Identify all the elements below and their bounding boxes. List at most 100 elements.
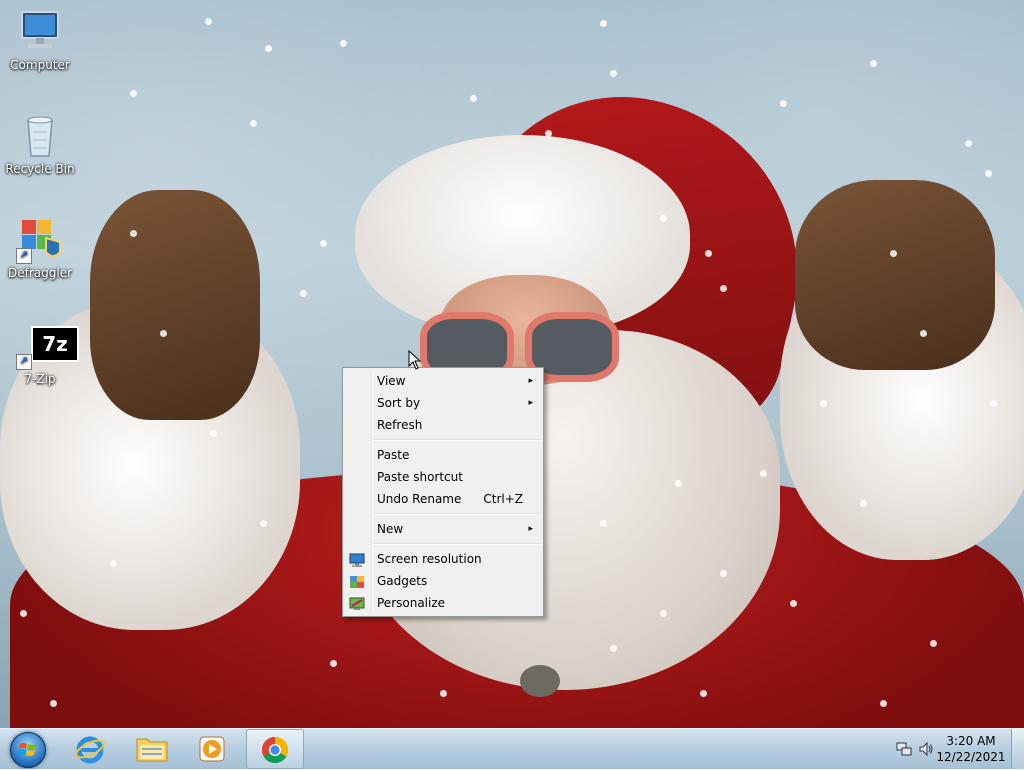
shortcut-arrow-icon: ↗: [16, 354, 32, 370]
7zip-icon: 7z ↗: [16, 322, 79, 370]
menu-shortcut-text: Ctrl+Z: [483, 492, 523, 506]
defraggler-icon: ↗: [16, 216, 64, 264]
snowflake: [610, 645, 617, 652]
menu-item-new[interactable]: New ▸: [343, 518, 543, 540]
shortcut-arrow-icon: ↗: [16, 248, 32, 264]
snowflake: [160, 330, 167, 337]
snowflake: [675, 480, 682, 487]
snowflake: [265, 45, 272, 52]
desktop-icon-defraggler[interactable]: ↗ Defraggler: [0, 216, 80, 280]
wallpaper-left-glove: [90, 190, 260, 420]
menu-item-screen-resolution[interactable]: Screen resolution: [343, 548, 543, 570]
snowflake: [600, 20, 607, 27]
snowflake: [660, 610, 667, 617]
snowflake: [260, 520, 267, 527]
snowflake: [210, 430, 217, 437]
network-icon[interactable]: [896, 741, 912, 760]
snowflake: [545, 130, 552, 137]
volume-icon[interactable]: [918, 741, 934, 760]
snowflake: [440, 690, 447, 697]
snowflake: [300, 290, 307, 297]
mouse-cursor-icon: [408, 349, 422, 370]
snowflake: [600, 520, 607, 527]
clock[interactable]: 3:20 AM 12/22/2021: [936, 733, 1006, 765]
menu-item-personalize[interactable]: Personalize: [343, 592, 543, 614]
snowflake: [965, 140, 972, 147]
desktop-icon-7zip[interactable]: 7z ↗ 7-Zip: [0, 322, 80, 386]
snowflake: [250, 120, 257, 127]
snowflake: [705, 250, 712, 257]
wallpaper-right-glove: [795, 180, 995, 370]
menu-separator: [373, 513, 541, 515]
taskbar: 3:20 AM 12/22/2021: [0, 728, 1024, 769]
snowflake: [920, 330, 927, 337]
taskbar-internet-explorer[interactable]: [60, 729, 120, 769]
snowflake: [20, 610, 27, 617]
snowflake: [130, 230, 137, 237]
menu-item-sort-by[interactable]: Sort by ▸: [343, 392, 543, 414]
menu-item-refresh[interactable]: Refresh: [343, 414, 543, 436]
system-tray: 3:20 AM 12/22/2021: [884, 729, 1024, 769]
desktop[interactable]: Computer Recycle Bin ↗ Defraggler 7z ↗ 7…: [0, 0, 1024, 728]
snowflake: [660, 215, 667, 222]
taskbar-chrome[interactable]: [246, 729, 304, 769]
snowflake: [610, 70, 617, 77]
menu-item-paste-shortcut[interactable]: Paste shortcut: [343, 466, 543, 488]
snowflake: [205, 18, 212, 25]
snowflake: [110, 560, 117, 567]
snowflake: [700, 690, 707, 697]
media-player-icon: [198, 735, 226, 766]
internet-explorer-icon: [74, 734, 106, 767]
chrome-icon: [260, 735, 290, 768]
screen-resolution-icon: [349, 552, 365, 567]
personalize-icon: [349, 596, 365, 610]
snowflake: [790, 600, 797, 607]
snowflake: [340, 40, 347, 47]
clock-date: 12/22/2021: [936, 750, 1006, 764]
snowflake: [890, 250, 897, 257]
start-button[interactable]: [4, 729, 50, 769]
desktop-icon-label: Recycle Bin: [5, 162, 75, 176]
desktop-context-menu: View ▸ Sort by ▸ Refresh Paste Paste sho…: [342, 367, 544, 617]
snowflake: [720, 570, 727, 577]
menu-separator: [373, 439, 541, 441]
gadgets-icon: [349, 574, 365, 588]
windows-start-orb-icon: [10, 732, 46, 768]
snowflake: [130, 90, 137, 97]
submenu-arrow-icon: ▸: [528, 376, 533, 386]
snowflake: [930, 640, 937, 647]
show-desktop-button[interactable]: [1011, 729, 1024, 769]
desktop-icon-label: Computer: [10, 58, 70, 72]
snowflake: [880, 700, 887, 707]
menu-item-paste[interactable]: Paste: [343, 444, 543, 466]
snowflake: [820, 400, 827, 407]
wallpaper-coat-button: [520, 665, 560, 697]
menu-item-gadgets[interactable]: Gadgets: [343, 570, 543, 592]
desktop-icon-label: 7-Zip: [24, 372, 56, 386]
menu-item-view[interactable]: View ▸: [343, 370, 543, 392]
recycle-bin-icon: [16, 112, 64, 160]
snowflake: [985, 170, 992, 177]
snowflake: [330, 660, 337, 667]
submenu-arrow-icon: ▸: [528, 398, 533, 408]
menu-separator: [373, 543, 541, 545]
desktop-icon-computer[interactable]: Computer: [0, 8, 80, 72]
snowflake: [720, 285, 727, 292]
7zip-logo: 7z: [31, 326, 79, 362]
file-explorer-icon: [135, 735, 169, 766]
snowflake: [760, 470, 767, 477]
snowflake: [860, 500, 867, 507]
taskbar-file-explorer[interactable]: [122, 729, 182, 769]
taskbar-media-player[interactable]: [184, 729, 244, 769]
snowflake: [990, 400, 997, 407]
snowflake: [50, 700, 57, 707]
snowflake: [320, 240, 327, 247]
desktop-icon-label: Defraggler: [7, 266, 73, 280]
menu-item-undo-rename[interactable]: Undo Rename Ctrl+Z: [343, 488, 543, 510]
snowflake: [470, 95, 477, 102]
snowflake: [870, 60, 877, 67]
computer-icon: [16, 8, 64, 56]
desktop-icon-recycle-bin[interactable]: Recycle Bin: [0, 112, 80, 176]
snowflake: [780, 100, 787, 107]
submenu-arrow-icon: ▸: [528, 524, 533, 534]
